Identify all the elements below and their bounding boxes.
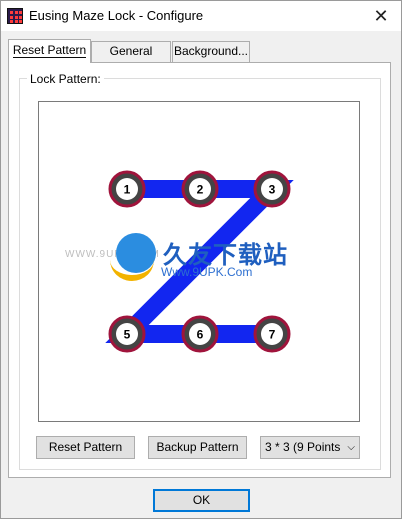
pattern-point-6[interactable]: 6 [181,315,219,353]
pattern-point-2[interactable]: 2 [181,170,219,208]
grid-size-value: 3 * 3 (9 Points [265,440,341,454]
pattern-point-label: 6 [197,328,204,342]
pattern-point-label: 5 [124,328,131,342]
tab-general[interactable]: General [91,41,171,62]
pattern-point-label: 3 [269,183,276,197]
close-button[interactable]: ✕ [367,5,395,27]
pattern-point-3[interactable]: 3 [253,170,291,208]
tab-reset-pattern[interactable]: Reset Pattern [8,39,91,63]
pattern-point-7[interactable]: 7 [253,315,291,353]
pattern-point-label: 2 [197,183,204,197]
tab-background[interactable]: Background... [172,41,250,62]
pattern-point-label: 1 [124,183,131,197]
backup-pattern-button[interactable]: Backup Pattern [148,436,247,459]
configure-window: Eusing Maze Lock - Configure ✕ Reset Pat… [0,0,402,519]
watermark: WWW.9UPK.COM 久友下载站 Www.9UPK.Com [61,233,321,293]
grid-size-select[interactable]: 3 * 3 (9 Points ⌵ [260,436,360,459]
pattern-point-5[interactable]: 5 [108,315,146,353]
chevron-down-icon: ⌵ [347,442,355,453]
tab-label: Reset Pattern [12,43,87,58]
close-icon: ✕ [373,6,389,26]
title-bar: Eusing Maze Lock - Configure ✕ [1,1,401,31]
tab-label: Background... [173,44,249,58]
watermark-logo-icon [110,233,156,281]
window-title: Eusing Maze Lock - Configure [29,8,204,23]
app-icon [7,8,23,24]
pattern-point-label: 7 [269,328,276,342]
lock-pattern-label: Lock Pattern: [27,72,104,86]
tab-label: General [109,44,153,58]
pattern-point-1[interactable]: 1 [108,170,146,208]
ok-button[interactable]: OK [153,489,250,512]
watermark-url-text: Www.9UPK.Com [161,265,253,279]
reset-pattern-button[interactable]: Reset Pattern [36,436,135,459]
